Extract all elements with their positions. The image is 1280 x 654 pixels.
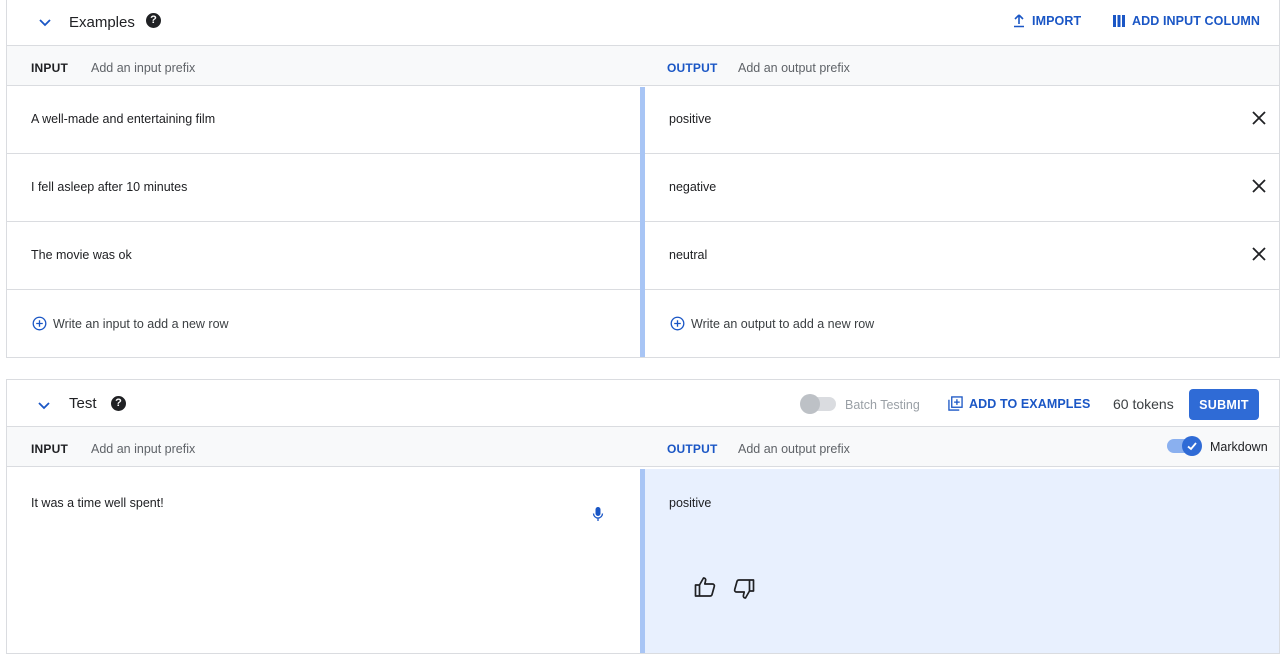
test-title: Test	[69, 394, 97, 412]
add-input-column-label: ADD INPUT COLUMN	[1132, 14, 1260, 28]
input-column-header: INPUT	[31, 442, 68, 456]
help-icon[interactable]: ?	[146, 13, 161, 28]
output-prefix-field[interactable]: Add an output prefix	[738, 61, 850, 75]
import-button[interactable]: IMPORT	[1012, 14, 1081, 28]
example-output-cell[interactable]: neutral	[669, 248, 707, 262]
example-input-cell[interactable]: A well-made and entertaining film	[31, 112, 215, 126]
add-to-examples-button[interactable]: ADD TO EXAMPLES	[948, 396, 1090, 411]
output-column-header: OUTPUT	[667, 61, 718, 75]
test-header: Test ? Batch Testing ADD TO EXAMPLES 60 …	[7, 380, 1279, 427]
examples-header: Examples ? IMPORT ADD INPUT COLUMN	[7, 0, 1279, 46]
test-output-area	[645, 469, 1279, 653]
example-output-cell[interactable]: positive	[669, 112, 711, 126]
close-icon[interactable]	[1251, 178, 1267, 194]
example-output-cell[interactable]: negative	[669, 180, 716, 194]
add-input-row-placeholder: Write an input to add a new row	[53, 316, 229, 331]
close-icon[interactable]	[1251, 246, 1267, 262]
add-output-row-placeholder: Write an output to add a new row	[691, 316, 875, 331]
thumb-down-icon[interactable]	[732, 577, 756, 601]
example-input-cell[interactable]: The movie was ok	[31, 248, 132, 262]
columns-icon	[1113, 15, 1125, 27]
library-add-icon	[948, 396, 963, 411]
markdown-label: Markdown	[1210, 440, 1268, 454]
examples-column-headers: INPUT Add an input prefix OUTPUT Add an …	[7, 46, 1279, 86]
batch-testing-label: Batch Testing	[845, 398, 920, 412]
add-output-row-field[interactable]: Write an output to add a new row	[670, 316, 874, 331]
test-output-value: positive	[669, 496, 712, 510]
input-prefix-field[interactable]: Add an input prefix	[91, 61, 195, 75]
column-divider[interactable]	[640, 87, 645, 357]
submit-button[interactable]: SUBMIT	[1189, 389, 1259, 420]
add-input-column-button[interactable]: ADD INPUT COLUMN	[1112, 14, 1260, 28]
help-icon[interactable]: ?	[111, 396, 126, 411]
input-prefix-field[interactable]: Add an input prefix	[91, 442, 195, 456]
check-icon	[1187, 442, 1197, 451]
add-circle-icon	[670, 316, 685, 331]
test-column-headers: INPUT Add an input prefix OUTPUT Add an …	[7, 427, 1279, 467]
test-panel: Test ? Batch Testing ADD TO EXAMPLES 60 …	[6, 379, 1280, 654]
examples-title: Examples	[69, 13, 135, 31]
examples-panel: Examples ? IMPORT ADD INPUT COLUMN INPUT…	[6, 0, 1280, 358]
add-to-examples-label: ADD TO EXAMPLES	[969, 396, 1091, 411]
chevron-down-icon[interactable]	[37, 14, 53, 30]
column-divider[interactable]	[640, 469, 645, 653]
test-input-field[interactable]: It was a time well spent!	[31, 496, 164, 510]
toggle-knob	[800, 394, 820, 414]
token-count: 60 tokens	[1113, 396, 1174, 412]
mic-icon[interactable]	[592, 506, 604, 522]
chevron-down-icon[interactable]	[36, 397, 52, 413]
output-prefix-field[interactable]: Add an output prefix	[738, 442, 850, 456]
example-input-cell[interactable]: I fell asleep after 10 minutes	[31, 180, 187, 194]
import-label: IMPORT	[1032, 14, 1082, 28]
output-column-header: OUTPUT	[667, 442, 718, 456]
upload-icon	[1014, 14, 1024, 28]
add-circle-icon	[32, 316, 47, 331]
thumb-up-icon[interactable]	[693, 575, 717, 599]
toggle-knob	[1182, 436, 1202, 456]
markdown-toggle[interactable]	[1167, 436, 1202, 456]
close-icon[interactable]	[1251, 110, 1267, 126]
batch-testing-toggle[interactable]	[800, 394, 836, 414]
input-column-header: INPUT	[31, 61, 68, 75]
add-input-row-field[interactable]: Write an input to add a new row	[32, 316, 229, 331]
